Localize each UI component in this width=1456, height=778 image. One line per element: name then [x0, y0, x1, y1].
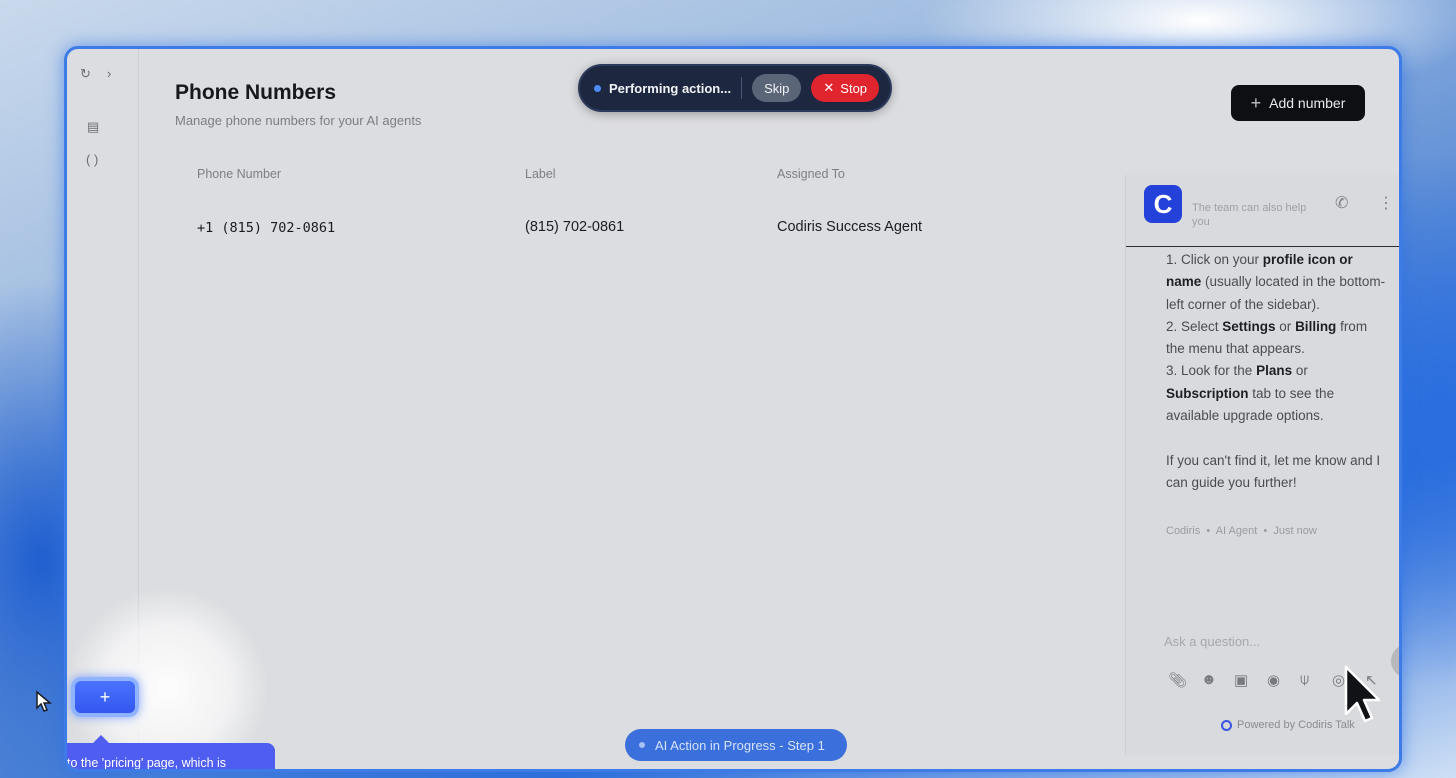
- column-phone-number[interactable]: Phone Number: [197, 167, 281, 181]
- message-bold: Plans: [1256, 363, 1293, 379]
- status-dot-icon: [594, 84, 601, 92]
- emoji-icon[interactable]: ☻: [1201, 671, 1217, 688]
- chat-message: 1. Click on your profile icon or name (u…: [1166, 249, 1386, 494]
- message-meta: Codiris • AI Agent • Just now: [1166, 525, 1317, 537]
- codiris-mini-icon: [1221, 719, 1232, 731]
- code-braces-icon[interactable]: ( ): [86, 152, 98, 167]
- app-logo-icon[interactable]: ↻: [80, 66, 91, 82]
- ai-progress-badge: AI Action in Progress - Step 1: [625, 729, 847, 761]
- phone-number-cell: +1 (815) 702-0861: [197, 220, 336, 236]
- message-text: 2. Select: [1166, 318, 1223, 334]
- chat-header: C The team can also help you ✆ ⋮ ✕: [1126, 175, 1399, 247]
- message-bold: Billing: [1295, 318, 1337, 334]
- page-subtitle: Manage phone numbers for your AI agents: [175, 113, 422, 128]
- message-bold: Settings: [1222, 318, 1276, 334]
- main-content: Phone Numbers Manage phone numbers for y…: [139, 49, 1399, 769]
- skip-button[interactable]: Skip: [752, 74, 802, 102]
- automation-control-bar: Performing action... Skip ✕ Stop: [578, 64, 892, 112]
- chevron-right-icon[interactable]: ›: [107, 66, 111, 81]
- message-closing: If you can't find it, let me know and I …: [1166, 452, 1381, 490]
- meta-sender: Codiris: [1166, 525, 1201, 537]
- document-icon[interactable]: ▤: [87, 119, 99, 135]
- codiris-logo-icon: C: [1144, 185, 1182, 223]
- stop-button[interactable]: ✕ Stop: [811, 74, 880, 102]
- close-icon: ✕: [823, 80, 835, 95]
- add-number-button[interactable]: + Add number: [1231, 85, 1365, 121]
- plus-icon: +: [1250, 93, 1262, 113]
- divider: [741, 77, 743, 99]
- microphone-icon[interactable]: ⍦: [1300, 671, 1309, 688]
- message-bold: Subscription: [1166, 385, 1249, 401]
- message-text: or: [1292, 363, 1308, 379]
- image-icon[interactable]: ▣: [1234, 671, 1248, 689]
- mouse-cursor-icon: [1344, 665, 1381, 723]
- small-cursor-icon: [36, 690, 53, 712]
- meta-role: AI Agent: [1215, 525, 1258, 537]
- send-button[interactable]: ↑: [1391, 644, 1399, 678]
- stop-label: Stop: [840, 80, 868, 96]
- message-text: 1. Click on your: [1166, 252, 1263, 267]
- camera-icon[interactable]: ◉: [1267, 671, 1280, 689]
- progress-label: AI Action in Progress - Step 1: [655, 737, 825, 753]
- column-assigned-to[interactable]: Assigned To: [777, 167, 845, 181]
- message-text: 3. Look for the: [1166, 363, 1257, 379]
- powered-by: Powered by Codiris Talk: [1221, 719, 1355, 731]
- chat-help-text: The team can also help you: [1192, 202, 1307, 228]
- meta-time: Just now: [1273, 525, 1317, 537]
- agent-tooltip: to the 'pricing' page, which is: [67, 743, 275, 770]
- chat-input[interactable]: Ask a question...: [1164, 634, 1260, 649]
- app-window: ↻ › ▤ ( ) Phone Numbers Manage phone num…: [64, 46, 1402, 772]
- phone-icon[interactable]: ✆: [1335, 193, 1348, 213]
- message-text: or: [1275, 318, 1296, 334]
- column-label[interactable]: Label: [525, 167, 556, 181]
- attach-icon[interactable]: 📎︎: [1168, 671, 1187, 689]
- assigned-to-cell: Codiris Success Agent: [777, 219, 923, 235]
- progress-dot-icon: [639, 742, 645, 748]
- page-title: Phone Numbers: [175, 81, 337, 104]
- tooltip-tail: [93, 735, 109, 743]
- automation-status: Performing action...: [609, 80, 732, 96]
- powered-by-label: Powered by Codiris Talk: [1237, 719, 1355, 731]
- add-number-label: Add number: [1269, 95, 1346, 111]
- add-fab-button[interactable]: +: [71, 677, 139, 717]
- tooltip-text: to the 'pricing' page, which is: [67, 756, 227, 770]
- label-cell: (815) 702-0861: [525, 219, 625, 235]
- more-options-icon[interactable]: ⋮: [1378, 193, 1394, 213]
